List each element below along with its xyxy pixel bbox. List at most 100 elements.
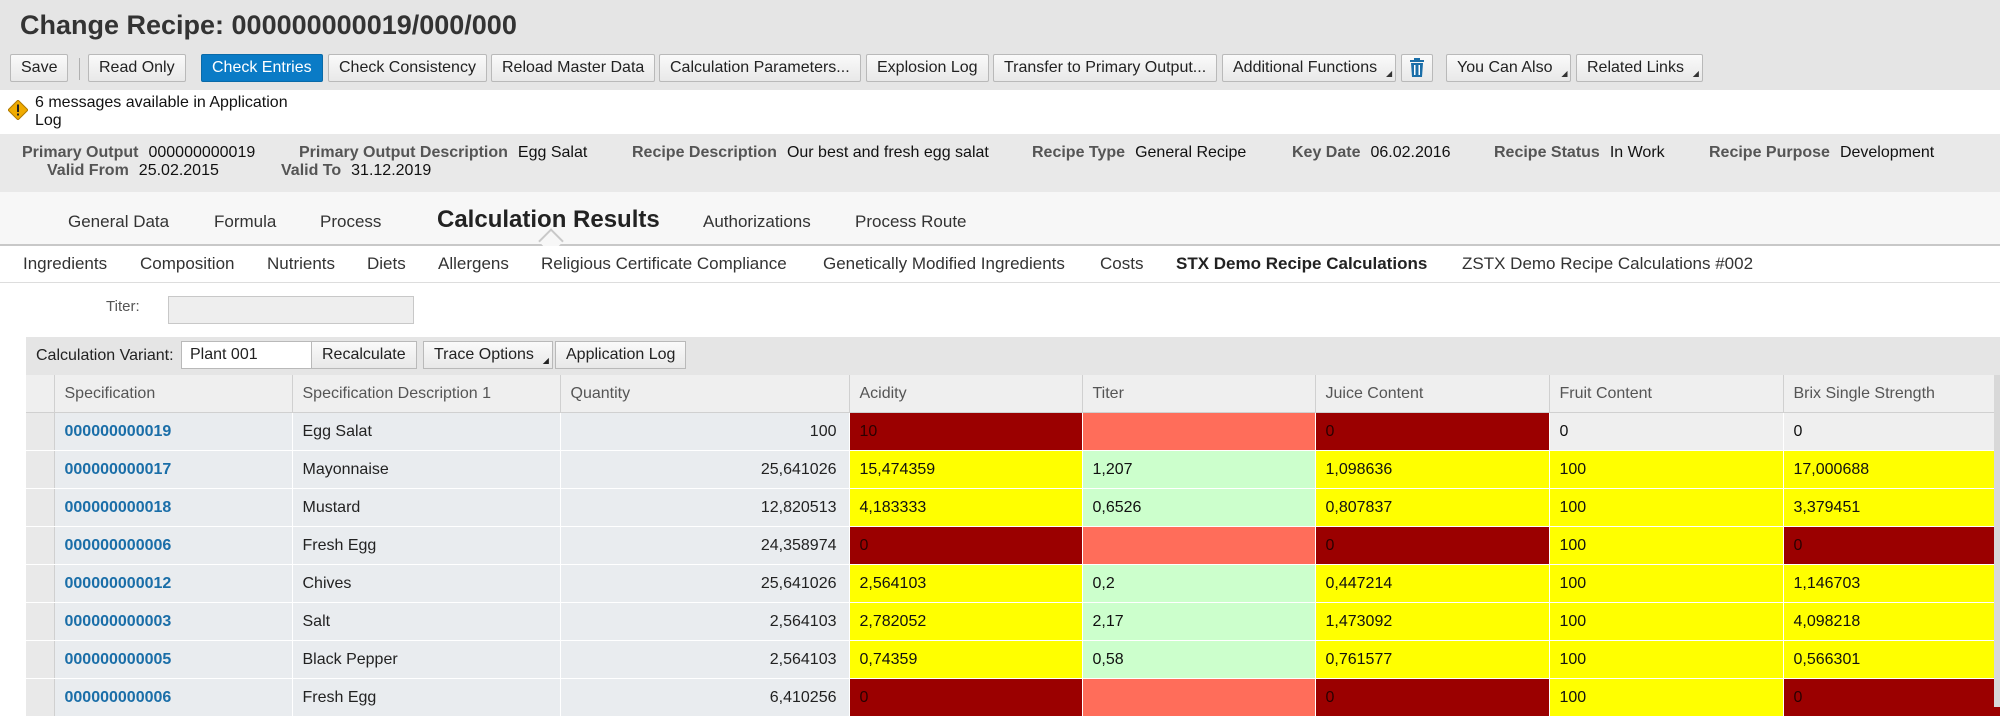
main-toolbar: Save Read Only Check Entries Check Consi… [0,48,2000,90]
check-consistency-button[interactable]: Check Consistency [328,54,487,82]
tab-process[interactable]: Process [320,212,381,232]
fruit-content-cell: 100 [1549,678,1784,717]
row-selector[interactable] [26,526,55,565]
application-log-button[interactable]: Application Log [555,341,687,369]
trace-options-button[interactable]: Trace Options ◢ [423,341,553,369]
juice-content-cell: 0,761577 [1315,640,1550,679]
recipe-purpose-value: Development [1839,144,1935,161]
explosion-log-button[interactable]: Explosion Log [866,54,989,82]
calculation-toolbar: Calculation Variant: Plant 001 ⌄ Recalcu… [26,337,2000,375]
specification-link[interactable]: 000000000018 [54,488,293,527]
specification-link[interactable]: 000000000006 [54,526,293,565]
quantity-cell: 25,641026 [560,564,850,603]
row-selector[interactable] [26,488,55,527]
column-header[interactable]: Quantity [560,375,850,413]
quantity-cell: 6,410256 [560,678,850,717]
titer-cell: 0,2 [1082,564,1316,603]
titer-cell [1082,526,1316,565]
you-can-also-button[interactable]: You Can Also ◢ [1446,54,1572,82]
specification-link[interactable]: 000000000003 [54,602,293,641]
row-selector[interactable] [26,412,55,451]
fruit-content-cell: 100 [1549,602,1784,641]
column-header[interactable]: Fruit Content [1549,375,1784,413]
table-row[interactable]: 000000000017 Mayonnaise 25,641026 15,474… [26,450,2000,489]
calculation-variant-label: Calculation Variant: [36,347,174,364]
subtab-ingredients[interactable]: Ingredients [23,254,107,274]
subtab-religious-certificate-compliance[interactable]: Religious Certificate Compliance [541,254,787,274]
tab-general-data[interactable]: General Data [68,212,169,232]
subtab-zstx-demo-recipe-calculations[interactable]: ZSTX Demo Recipe Calculations #002 [1462,254,1753,274]
description-cell: Mustard [292,488,561,527]
titer-input[interactable] [168,296,414,324]
table-row[interactable]: 000000000012 Chives 25,641026 2,564103 0… [26,564,2000,603]
message-strip[interactable]: 6 messages available in Application Log [0,90,2000,135]
related-links-button[interactable]: Related Links ◢ [1576,54,1703,82]
tab-process-route[interactable]: Process Route [855,212,967,232]
table-row[interactable]: 000000000006 Fresh Egg 24,358974 0 0 100… [26,526,2000,565]
row-selector[interactable] [26,640,55,679]
specification-link[interactable]: 000000000006 [54,678,293,717]
specification-link[interactable]: 000000000012 [54,564,293,603]
juice-content-cell: 1,473092 [1315,602,1550,641]
calculation-variant-value: Plant 001 [190,346,258,363]
tab-formula[interactable]: Formula [214,212,276,232]
table-row[interactable]: 000000000005 Black Pepper 2,564103 0,743… [26,640,2000,679]
quantity-cell: 2,564103 [560,640,850,679]
subtab-composition[interactable]: Composition [140,254,235,274]
column-header[interactable]: Juice Content [1315,375,1550,413]
column-header[interactable]: Titer [1082,375,1316,413]
valid-from-value: 25.02.2015 [138,162,219,179]
titer-cell: 0,6526 [1082,488,1316,527]
subtab-genetically-modified-ingredients[interactable]: Genetically Modified Ingredients [823,254,1065,274]
table-row[interactable]: 000000000003 Salt 2,564103 2,782052 2,17… [26,602,2000,641]
specification-link[interactable]: 000000000017 [54,450,293,489]
row-selector[interactable] [26,564,55,603]
column-header[interactable]: Brix Single Strength [1783,375,2000,413]
titer-cell [1082,412,1316,451]
additional-functions-button[interactable]: Additional Functions ◢ [1222,54,1397,82]
calculation-parameters-button[interactable]: Calculation Parameters... [659,54,861,82]
specification-link[interactable]: 000000000019 [54,412,293,451]
juice-content-cell: 1,098636 [1315,450,1550,489]
reload-master-data-button[interactable]: Reload Master Data [491,54,656,82]
row-selector[interactable] [26,602,55,641]
table-row[interactable]: 000000000019 Egg Salat 100 10 0 0 0 [26,412,2000,451]
read-only-button[interactable]: Read Only [88,54,186,82]
column-header[interactable]: Specification Description 1 [292,375,561,413]
subtab-costs[interactable]: Costs [1100,254,1143,274]
valid-to-field: Valid To 31.12.2019 [281,162,431,180]
recipe-type-label: Recipe Type [1032,144,1126,161]
subtab-stx-demo-recipe-calculations[interactable]: STX Demo Recipe Calculations [1176,254,1427,274]
column-header[interactable]: Specification [54,375,293,413]
menu-arrow-icon: ◢ [1692,69,1699,78]
specification-link[interactable]: 000000000005 [54,640,293,679]
juice-content-cell: 0 [1315,412,1550,451]
acidity-cell: 0 [849,678,1083,717]
calculation-variant-select[interactable]: Plant 001 ⌄ [181,341,331,369]
save-button[interactable]: Save [10,54,69,82]
check-entries-button[interactable]: Check Entries [201,54,323,82]
tab-authorizations[interactable]: Authorizations [703,212,811,232]
subtab-nutrients[interactable]: Nutrients [267,254,335,274]
menu-arrow-icon: ◢ [542,356,549,365]
subtab-diets[interactable]: Diets [367,254,406,274]
table-row[interactable]: 000000000018 Mustard 12,820513 4,183333 … [26,488,2000,527]
subtab-allergens[interactable]: Allergens [438,254,509,274]
brix-cell: 0 [1783,526,2000,565]
column-header[interactable]: Acidity [849,375,1083,413]
recalculate-button[interactable]: Recalculate [311,341,417,369]
brix-cell: 0,566301 [1783,640,2000,679]
row-selector[interactable] [26,450,55,489]
table-row[interactable]: 000000000006 Fresh Egg 6,410256 0 0 100 … [26,678,2000,717]
calculation-subtabs: Ingredients Composition Nutrients Diets … [0,246,2000,283]
delete-button[interactable] [1401,54,1433,82]
transfer-primary-output-button[interactable]: Transfer to Primary Output... [993,54,1218,82]
titer-cell [1082,678,1316,717]
related-links-label: Related Links [1587,59,1684,76]
select-all-cell[interactable] [26,375,55,413]
table-scroll-edge [1994,375,2000,707]
message-text[interactable]: 6 messages available in Application Log [35,94,295,130]
recipe-description-label: Recipe Description [632,144,777,161]
description-cell: Chives [292,564,561,603]
row-selector[interactable] [26,678,55,717]
